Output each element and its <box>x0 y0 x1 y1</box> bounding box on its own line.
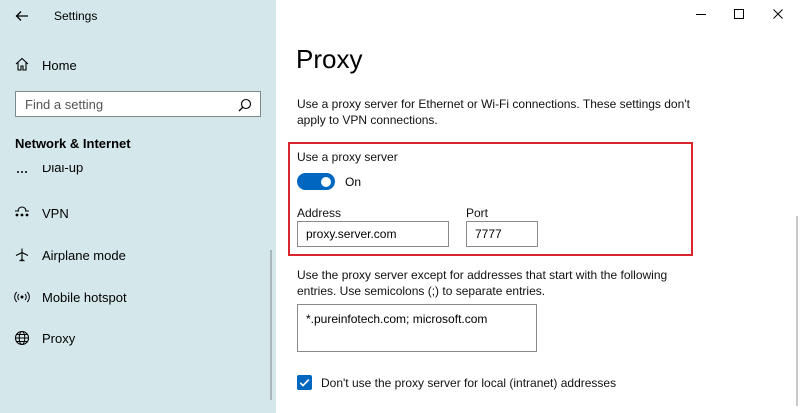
search-placeholder: Find a setting <box>25 97 104 112</box>
use-proxy-label: Use a proxy server <box>297 150 398 164</box>
toggle-knob <box>321 176 331 187</box>
sidebar-item-dialup[interactable]: Dial-up <box>14 165 83 179</box>
page-title: Proxy <box>296 44 363 74</box>
home-icon <box>14 56 30 75</box>
globe-icon <box>14 330 30 346</box>
sidebar-item-label: Proxy <box>42 330 76 346</box>
close-icon[interactable] <box>770 6 786 22</box>
port-label: Port <box>466 206 489 220</box>
section-title: Network & Internet <box>15 136 131 151</box>
app-title: Settings <box>54 9 98 23</box>
sidebar-item-label: VPN <box>42 205 69 221</box>
search-icon <box>238 98 252 112</box>
sidebar-item-mobile-hotspot[interactable]: Mobile hotspot <box>14 289 127 305</box>
sidebar-item-proxy[interactable]: Proxy <box>14 330 75 346</box>
exceptions-description: Use the proxy server except for addresse… <box>297 268 668 298</box>
sidebar: Settings Home Find a setting Network & I… <box>0 0 276 413</box>
airplane-icon <box>14 247 30 263</box>
port-input[interactable]: 7777 <box>466 221 538 247</box>
sidebar-item-airplane-mode[interactable]: Airplane mode <box>14 247 126 263</box>
use-proxy-toggle[interactable] <box>297 173 335 190</box>
dialup-icon <box>14 165 30 177</box>
exceptions-input[interactable]: *.pureinfotech.com; microsoft.com <box>297 304 537 352</box>
hotspot-icon <box>14 289 30 305</box>
local-bypass-label: Don't use the proxy server for local (in… <box>321 376 617 390</box>
minimize-icon[interactable] <box>693 6 709 22</box>
page-description: Use a proxy server for Ethernet or Wi-Fi… <box>297 97 690 127</box>
main-scrollbar[interactable] <box>796 216 798 406</box>
sidebar-scrollbar[interactable] <box>270 250 272 400</box>
address-input[interactable]: proxy.server.com <box>297 221 449 247</box>
local-bypass-checkbox[interactable] <box>297 375 312 390</box>
search-input[interactable]: Find a setting <box>15 91 261 117</box>
toggle-state-label: On <box>345 175 362 189</box>
vpn-icon <box>14 205 30 221</box>
sidebar-item-label: Dial-up <box>42 165 84 175</box>
sidebar-item-label: Airplane mode <box>42 247 126 263</box>
sidebar-item-home[interactable]: Home <box>14 56 77 75</box>
arrow-left-icon[interactable] <box>14 8 30 24</box>
checkmark-icon <box>299 379 310 387</box>
sidebar-item-label: Home <box>42 58 77 73</box>
sidebar-item-label: Mobile hotspot <box>42 289 127 305</box>
sidebar-item-vpn[interactable]: VPN <box>14 205 69 221</box>
address-label: Address <box>297 206 342 220</box>
maximize-icon[interactable] <box>731 6 747 22</box>
